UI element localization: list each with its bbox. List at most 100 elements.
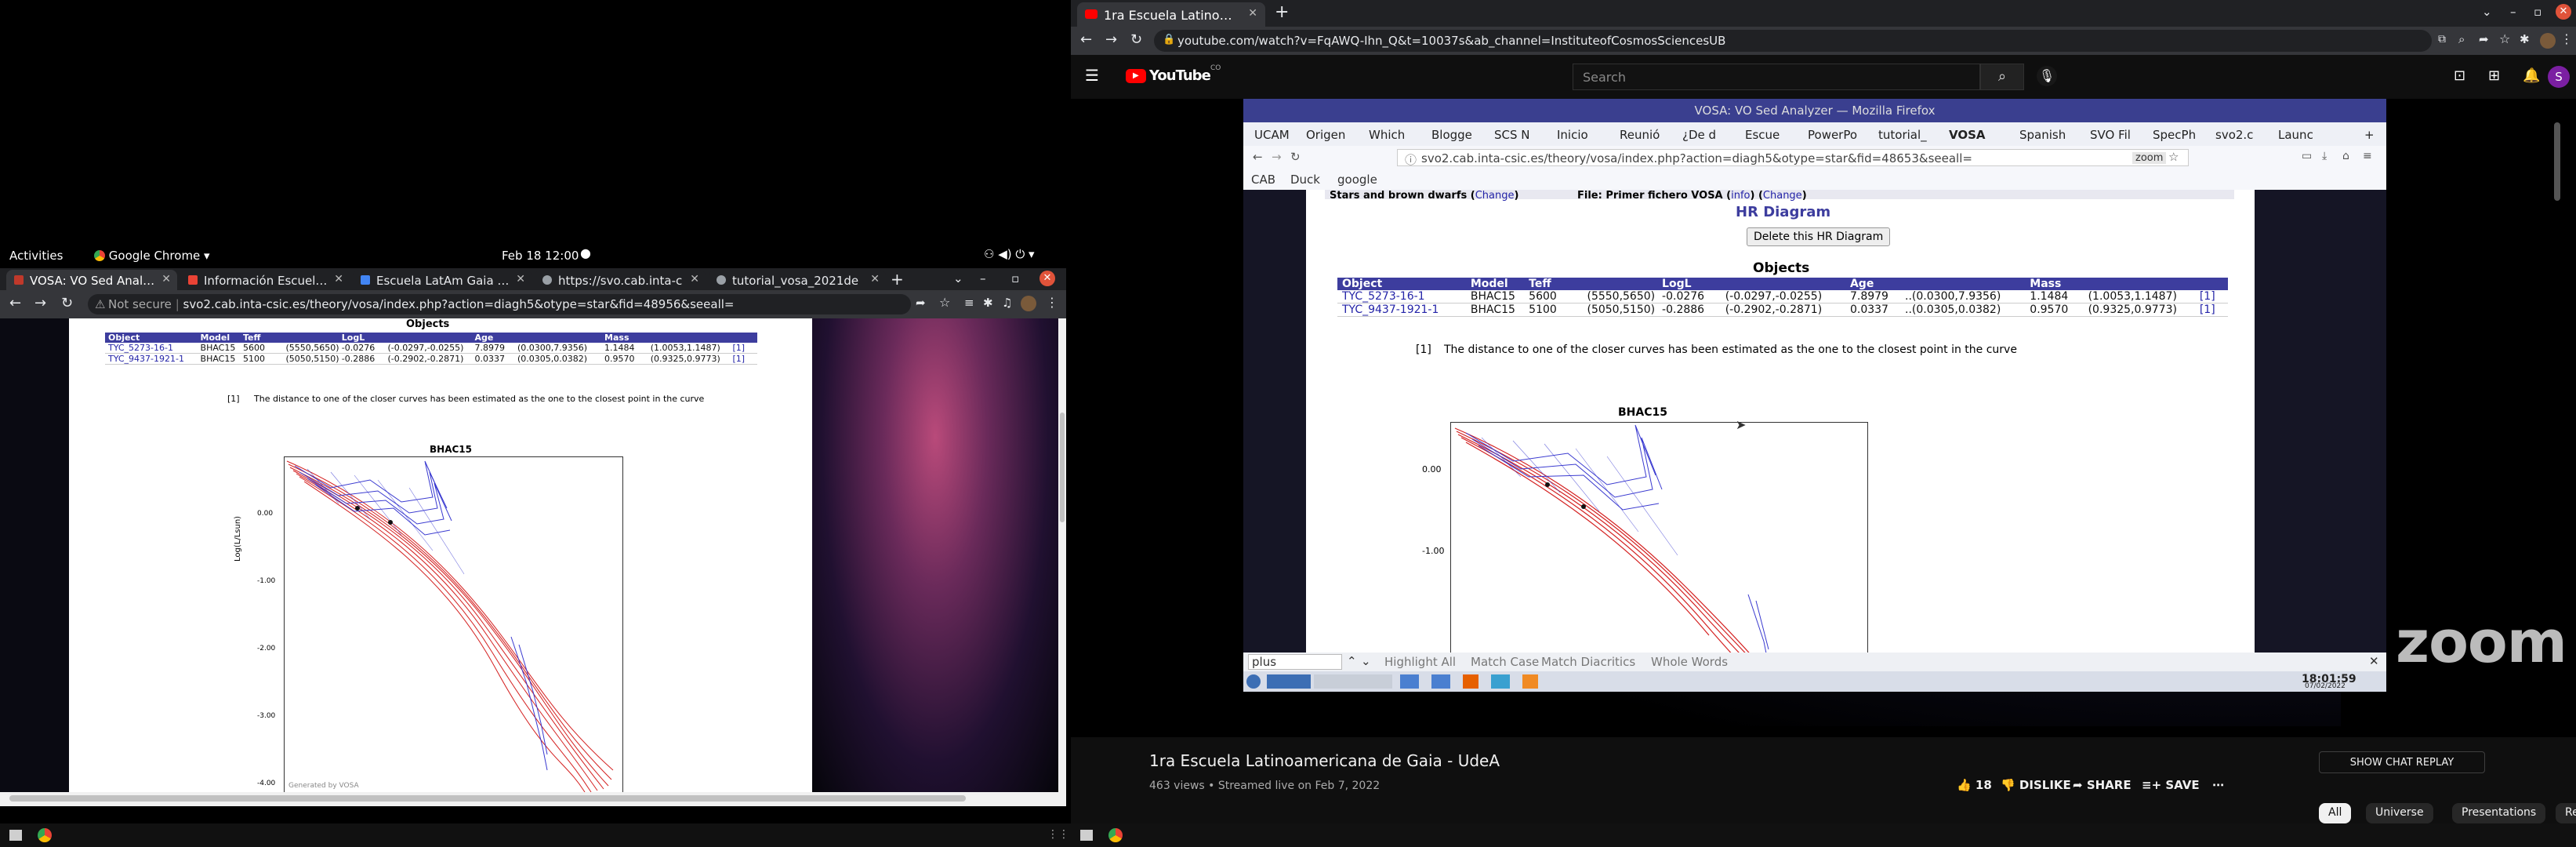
left-tab-3[interactable]: https://svo.cab.inta-c ✕ — [535, 270, 706, 290]
save-button[interactable]: ≡+ SAVE — [2142, 778, 2200, 792]
app-menu[interactable]: Google Chrome ▾ — [94, 249, 210, 263]
ff-tab[interactable]: UCAM — [1254, 128, 1290, 142]
ff-tab[interactable]: Inicio — [1557, 128, 1588, 142]
search-button[interactable]: ⌕ — [1980, 64, 2024, 90]
ff-tab[interactable]: ¿De d — [1682, 128, 1716, 142]
puzzle-icon[interactable]: ✱ — [983, 296, 993, 310]
ff-tab[interactable]: Reunió — [1620, 128, 1660, 142]
new-tab-button[interactable]: + — [1275, 2, 1289, 22]
close-icon[interactable]: ✕ — [161, 273, 171, 285]
close-icon[interactable]: ✕ — [870, 273, 880, 285]
delete-hr-button[interactable]: Delete this HR Diagram — [1747, 227, 1891, 246]
left-tab-4[interactable]: tutorial_vosa_2021de ✕ — [709, 270, 886, 290]
close-window-button[interactable]: ✕ — [1039, 271, 1055, 286]
find-prev-icon[interactable]: ⌃ — [1347, 654, 1357, 668]
star-icon[interactable]: ☆ — [2499, 31, 2510, 46]
ff-tab-active[interactable]: VOSA — [1949, 128, 1986, 142]
reload-icon[interactable]: ↻ — [1290, 150, 1301, 164]
kebab-menu-icon[interactable]: ⋮ — [1046, 295, 1058, 310]
left-tab-2[interactable]: Escuela LatAm Gaia Ud ✕ — [353, 270, 532, 290]
notifications-bell-icon[interactable]: 🔔 — [2523, 67, 2540, 84]
youtube-logo-text[interactable]: YouTube — [1149, 67, 1211, 84]
puzzle-icon[interactable]: ✱ — [2520, 32, 2530, 46]
profile-avatar[interactable] — [2540, 33, 2556, 49]
share-icon[interactable]: ➦ — [2479, 32, 2489, 46]
bookmark-item[interactable]: CAB — [1251, 173, 1275, 187]
ff-tab[interactable]: PowerPo — [1808, 128, 1857, 142]
right-address-bar[interactable]: 🔒 youtube.com/watch?v=FqAWQ-Ihn_Q&t=1003… — [1154, 30, 2432, 52]
right-tab-youtube[interactable]: 1ra Escuela Latinoamer ✕ — [1077, 2, 1265, 27]
match-case-toggle[interactable]: Match Case — [1471, 655, 1539, 669]
chip-universe[interactable]: Universe — [2366, 803, 2433, 823]
apps-grid-icon[interactable]: ⊞ — [2488, 67, 2500, 84]
highlight-all-toggle[interactable]: Highlight All — [1384, 655, 1456, 669]
find-next-icon[interactable]: ⌄ — [1361, 654, 1371, 668]
back-icon[interactable]: ← — [9, 295, 21, 311]
home-icon[interactable]: ⌂ — [2342, 150, 2349, 162]
zoom-icon[interactable]: ⌕ — [2458, 32, 2465, 46]
zoom-level[interactable]: zoom — [2132, 152, 2167, 164]
close-icon[interactable]: ✕ — [690, 273, 699, 285]
left-address-bar[interactable]: ⚠ Not secure | svo2.cab.inta-csic.es/the… — [88, 294, 911, 314]
close-icon[interactable]: ✕ — [1248, 7, 1257, 20]
search-input[interactable]: Search — [1573, 64, 1980, 90]
left-vscrollbar[interactable] — [1058, 318, 1066, 806]
ff-tab[interactable]: Which — [1369, 128, 1405, 142]
chip-all[interactable]: All — [2319, 803, 2352, 823]
bookmark-item[interactable]: google — [1337, 173, 1377, 187]
video-player[interactable]: VOSA: VO Sed Analyzer — Mozilla Firefox … — [1071, 99, 2576, 737]
bookmark-item[interactable]: Duck — [1290, 173, 1320, 187]
clock[interactable]: Feb 18 12:00 — [502, 249, 579, 263]
chip-recently[interactable]: Recently u — [2556, 803, 2576, 823]
chip-presentations[interactable]: Presentations — [2452, 803, 2546, 823]
info-link[interactable]: info — [1731, 190, 1750, 202]
menu-icon[interactable]: ≡ — [2363, 150, 2372, 162]
share-icon[interactable]: ➦ — [916, 296, 926, 310]
back-icon[interactable]: ← — [1080, 31, 1092, 48]
change-link[interactable]: Change — [1763, 190, 1802, 202]
ff-tab[interactable]: Spanish — [2019, 128, 2066, 142]
download-icon[interactable]: ⤓ — [2322, 150, 2327, 162]
ff-tab[interactable]: Origen — [1306, 128, 1345, 142]
whole-words-toggle[interactable]: Whole Words — [1651, 655, 1728, 669]
ff-tab[interactable]: Launc — [2278, 128, 2313, 142]
forward-icon[interactable]: → — [1105, 31, 1117, 48]
more-actions-icon[interactable]: ⋯ — [2212, 778, 2224, 792]
ff-tab[interactable]: svo2.c — [2215, 128, 2253, 142]
maximize-button[interactable]: ▫ — [1011, 271, 1019, 285]
dislike-button[interactable]: 👎 DISLIKE — [2001, 778, 2071, 792]
system-tray[interactable]: ⚇ ◀) ⏻ ▾ — [984, 247, 1035, 261]
ff-tab[interactable]: tutorial_ — [1878, 128, 1927, 142]
like-button[interactable]: 👍 18 — [1957, 778, 1992, 792]
new-tab-button[interactable]: + — [891, 270, 904, 289]
chrome-icon[interactable] — [38, 828, 52, 842]
minimize-button[interactable]: – — [2510, 5, 2516, 19]
match-diacritics-toggle[interactable]: Match Diacritics — [1541, 655, 1635, 669]
close-window-button[interactable]: ✕ — [2556, 4, 2571, 20]
close-icon[interactable]: ✕ — [2369, 654, 2379, 668]
apps-grid-icon[interactable]: ⋮⋮ — [1047, 828, 1069, 841]
share-button[interactable]: ➦ SHARE — [2073, 778, 2132, 792]
change-link[interactable]: Change — [1475, 190, 1515, 202]
close-icon[interactable]: ✕ — [334, 273, 343, 285]
tab-search-icon[interactable]: ⌄ — [2482, 5, 2492, 19]
hamburger-menu-icon[interactable]: ☰ — [1085, 66, 1099, 85]
ff-tab[interactable]: Escue — [1745, 128, 1780, 142]
show-chat-replay-button[interactable]: SHOW CHAT REPLAY — [2319, 751, 2485, 773]
left-hscrollbar[interactable] — [0, 792, 1058, 806]
star-icon[interactable]: ☆ — [2168, 150, 2179, 164]
find-input[interactable]: plus — [1248, 654, 1342, 670]
voice-search-icon[interactable]: 🎙 — [2037, 66, 2057, 86]
ff-tab[interactable]: SCS N — [1494, 128, 1530, 142]
left-tab-1[interactable]: Información Escuela La ✕ — [180, 270, 350, 290]
forward-icon[interactable]: → — [34, 295, 46, 311]
close-icon[interactable]: ✕ — [516, 273, 525, 285]
chrome-icon[interactable] — [1108, 828, 1123, 842]
extension-icon[interactable]: ≡ — [964, 296, 974, 310]
left-tab-0[interactable]: VOSA: VO Sed Analyzer ✕ — [6, 270, 177, 290]
show-desktop-icon[interactable] — [1080, 830, 1093, 841]
reload-icon[interactable]: ↻ — [1130, 31, 1142, 48]
account-avatar[interactable]: S — [2548, 66, 2570, 88]
show-desktop-icon[interactable] — [9, 830, 22, 841]
media-icon[interactable]: ♫ — [1002, 296, 1012, 310]
